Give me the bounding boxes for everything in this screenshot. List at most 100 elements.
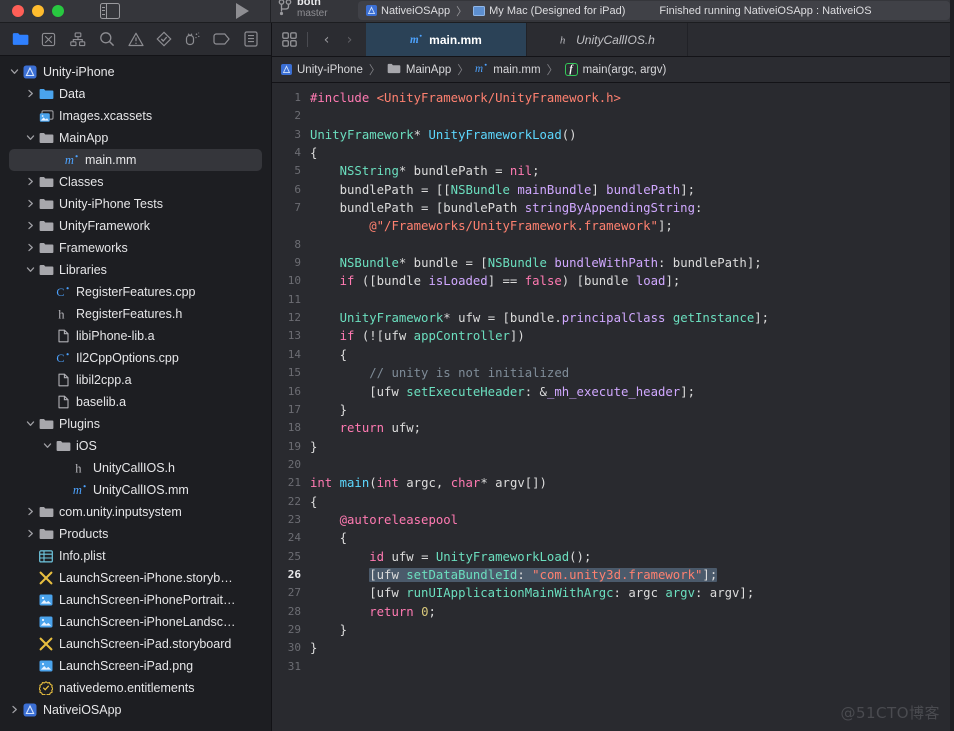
code-line[interactable]: 22 { (272, 493, 954, 511)
chevron-right-icon[interactable] (24, 243, 37, 254)
chevron-right-icon[interactable] (24, 199, 37, 210)
code-line[interactable]: 12 UnityFramework* ufw = [bundle.princip… (272, 309, 954, 327)
chevron-down-icon[interactable] (41, 441, 54, 452)
file-tree-row[interactable]: h RegisterFeatures.h (0, 303, 271, 325)
file-tree-row[interactable]: LaunchScreen-iPad.png (0, 655, 271, 677)
code-line[interactable]: 29 } (272, 621, 954, 639)
file-tree-row[interactable]: MainApp (0, 127, 271, 149)
symbol-navigator-icon[interactable] (67, 29, 89, 49)
code-line[interactable]: 27 [ufw runUIApplicationMainWithArgc: ar… (272, 584, 954, 602)
find-navigator-icon[interactable] (96, 29, 118, 49)
file-tree-row[interactable]: iOS (0, 435, 271, 457)
branch-indicator[interactable]: both master (278, 0, 328, 19)
close-window-button[interactable] (12, 5, 24, 17)
code-line[interactable]: 7 bundlePath = [bundlePath stringByAppen… (272, 199, 954, 217)
breadcrumb-item-symbol[interactable]: f main(argc, argv) (564, 63, 666, 76)
code-line[interactable]: 1 #include <UnityFramework/UnityFramework… (272, 89, 954, 107)
chevron-down-icon[interactable] (24, 133, 37, 144)
code-line[interactable]: 24 { (272, 529, 954, 547)
tab-overview-icon[interactable] (282, 32, 297, 47)
code-line[interactable]: 31 (272, 658, 954, 676)
file-tree-row[interactable]: UnityFramework (0, 215, 271, 237)
code-line[interactable]: 14 { (272, 346, 954, 364)
file-tree-row[interactable]: h UnityCallIOS.h (0, 457, 271, 479)
file-tree-row[interactable]: libiPhone-lib.a (0, 325, 271, 347)
file-tree-row[interactable]: Unity-iPhone Tests (0, 193, 271, 215)
breadcrumb-item-folder[interactable]: MainApp (387, 63, 451, 77)
breakpoint-navigator-icon[interactable] (211, 29, 233, 49)
code-line[interactable]: 26 [ufw setDataBundleId: "com.unity3d.fr… (272, 566, 954, 584)
file-tree-row[interactable]: LaunchScreen-iPhonePortrait… (0, 589, 271, 611)
code-line[interactable]: 13 if (![ufw appController]) (272, 327, 954, 345)
debug-navigator-icon[interactable] (182, 29, 204, 49)
code-line[interactable]: 3 UnityFramework* UnityFrameworkLoad() (272, 126, 954, 144)
code-line[interactable]: 8 (272, 236, 954, 254)
code-editor[interactable]: 1 #include <UnityFramework/UnityFramework… (272, 83, 954, 731)
file-tree-row[interactable]: Unity-iPhone (0, 61, 271, 83)
code-line[interactable]: 11 (272, 291, 954, 309)
code-lines[interactable]: 1 #include <UnityFramework/UnityFramework… (272, 83, 954, 676)
code-line[interactable]: 17 } (272, 401, 954, 419)
navigate-back-button[interactable]: ‹ (318, 33, 335, 47)
file-tree-row[interactable]: Data (0, 83, 271, 105)
chevron-right-icon[interactable] (8, 705, 21, 716)
file-tree-row[interactable]: C Il2CppOptions.cpp (0, 347, 271, 369)
code-line[interactable]: 16 [ufw setExecuteHeader: &_mh_execute_h… (272, 383, 954, 401)
file-tree-row[interactable]: Plugins (0, 413, 271, 435)
file-tree-row[interactable]: baselib.a (0, 391, 271, 413)
code-line[interactable]: 4{ (272, 144, 954, 162)
file-tree-row[interactable]: Classes (0, 171, 271, 193)
code-line[interactable]: 21 int main(int argc, char* argv[]) (272, 474, 954, 492)
code-line[interactable]: 10 if ([bundle isLoaded] == false) [bund… (272, 272, 954, 290)
tab-main-mm[interactable]: m main.mm (366, 23, 527, 56)
sidebar-toggle-icon[interactable] (100, 3, 120, 19)
file-tree-row[interactable]: LaunchScreen-iPhone.storyb… (0, 567, 271, 589)
file-tree-row-selected[interactable]: m main.mm (9, 149, 262, 171)
breadcrumb-item-project[interactable]: Unity-iPhone (281, 64, 363, 76)
source-control-navigator-icon[interactable] (38, 29, 60, 49)
code-line[interactable]: 15 // unity is not initialized (272, 364, 954, 382)
chevron-right-icon[interactable] (24, 507, 37, 518)
code-line[interactable]: 28 return 0; (272, 603, 954, 621)
scheme-name[interactable]: NativeiOSApp (381, 5, 450, 17)
chevron-down-icon[interactable] (24, 419, 37, 430)
code-line[interactable]: 9 NSBundle* bundle = [NSBundle bundleWit… (272, 254, 954, 272)
file-tree-row[interactable]: Images.xcassets (0, 105, 271, 127)
file-tree-row[interactable]: Frameworks (0, 237, 271, 259)
code-line[interactable]: 20 (272, 456, 954, 474)
code-line[interactable]: 18 return ufw; (272, 419, 954, 437)
minimize-window-button[interactable] (32, 5, 44, 17)
code-line[interactable]: 19} (272, 438, 954, 456)
file-tree-row[interactable]: LaunchScreen-iPhoneLandsc… (0, 611, 271, 633)
file-tree[interactable]: Unity-iPhone Data Images.xcassets MainApp m m… (0, 56, 271, 731)
code-line[interactable]: 25 id ufw = UnityFrameworkLoad(); (272, 548, 954, 566)
breadcrumb-item-file[interactable]: m main.mm (475, 62, 540, 78)
code-line[interactable]: 30} (272, 639, 954, 657)
report-navigator-icon[interactable] (240, 29, 262, 49)
file-tree-row[interactable]: NativeiOSApp (0, 699, 271, 721)
chevron-down-icon[interactable] (8, 67, 21, 78)
zoom-window-button[interactable] (52, 5, 64, 17)
navigate-forward-button[interactable]: › (341, 33, 358, 47)
code-line[interactable]: 23 @autoreleasepool (272, 511, 954, 529)
code-line[interactable]: 6 bundlePath = [[NSBundle mainBundle] bu… (272, 181, 954, 199)
destination-name[interactable]: My Mac (Designed for iPad) (489, 5, 625, 17)
code-line[interactable]: 5 NSString* bundlePath = nil; (272, 162, 954, 180)
activity-status-bar[interactable]: NativeiOSApp 〉 My Mac (Designed for iPad… (358, 1, 950, 20)
file-tree-row[interactable]: Info.plist (0, 545, 271, 567)
chevron-down-icon[interactable] (24, 265, 37, 276)
file-tree-row[interactable]: nativedemo.entitlements (0, 677, 271, 699)
run-play-icon[interactable] (236, 3, 249, 19)
tab-unitycallios-h[interactable]: h UnityCallIOS.h (527, 23, 688, 56)
chevron-right-icon[interactable] (24, 529, 37, 540)
chevron-right-icon[interactable] (24, 177, 37, 188)
issue-navigator-icon[interactable] (125, 29, 147, 49)
code-line[interactable]: 2 (272, 107, 954, 125)
file-tree-row[interactable]: m UnityCallIOS.mm (0, 479, 271, 501)
test-navigator-icon[interactable] (153, 29, 175, 49)
project-navigator-icon[interactable] (9, 29, 31, 49)
code-line[interactable]: @"/Frameworks/UnityFramework.framework"]… (272, 217, 954, 235)
file-tree-row[interactable]: com.unity.inputsystem (0, 501, 271, 523)
file-tree-row[interactable]: C RegisterFeatures.cpp (0, 281, 271, 303)
chevron-right-icon[interactable] (24, 89, 37, 100)
